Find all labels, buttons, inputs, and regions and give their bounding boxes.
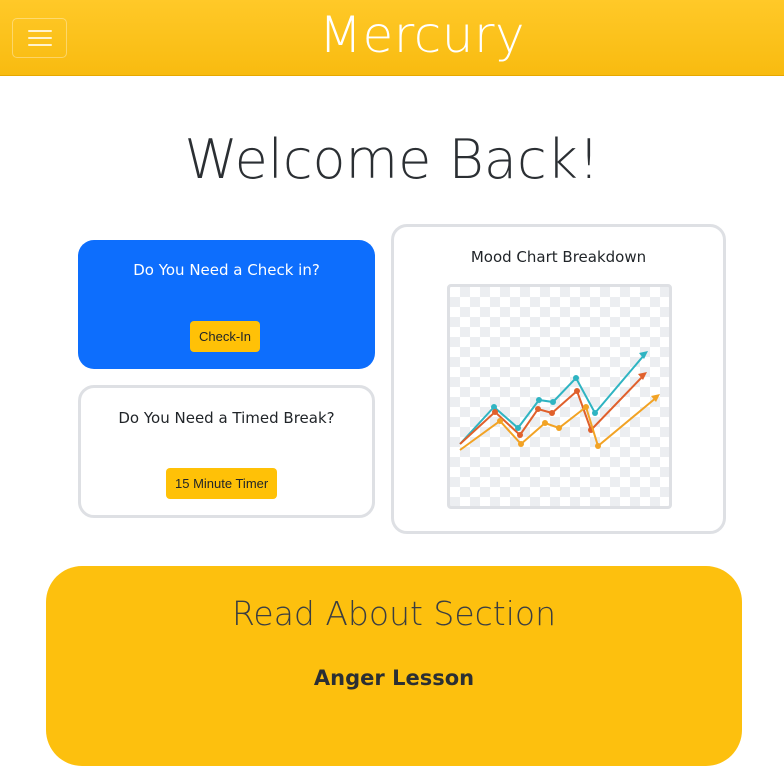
top-navbar: Mercury xyxy=(0,0,784,76)
mood-chart-card: Mood Chart Breakdown xyxy=(391,224,726,534)
mood-card-title: Mood Chart Breakdown xyxy=(470,248,647,266)
welcome-heading: Welcome Back! xyxy=(184,128,600,191)
timer-card-title: Do You Need a Timed Break? xyxy=(118,409,335,427)
trend-lines-illustration-icon xyxy=(459,351,660,451)
brand-title[interactable]: Mercury xyxy=(0,6,784,64)
timer-button[interactable]: 15 Minute Timer xyxy=(166,468,278,499)
checkin-card-title: Do You Need a Check in? xyxy=(133,261,320,279)
checkin-button[interactable]: Check-In xyxy=(190,321,261,352)
read-about-section: Read About Section Anger Lesson xyxy=(46,566,742,766)
lesson-link-anger[interactable]: Anger Lesson xyxy=(46,666,742,690)
read-about-title: Read About Section xyxy=(231,594,557,633)
timer-card: Do You Need a Timed Break? 15 Minute Tim… xyxy=(78,385,375,518)
checkin-card: Do You Need a Check in? Check-In xyxy=(78,240,375,369)
mood-chart-image xyxy=(447,284,672,509)
